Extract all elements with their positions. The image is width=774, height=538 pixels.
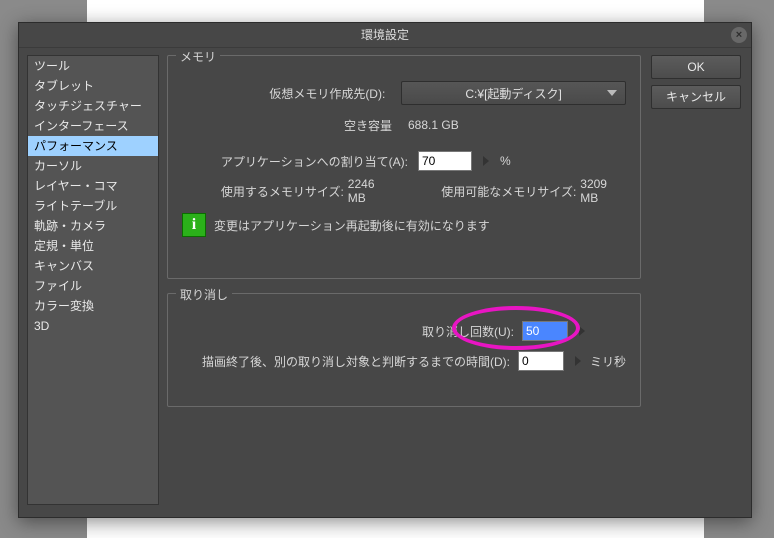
sidebar-item-1[interactable]: タブレット — [28, 76, 158, 96]
undo-count-input[interactable] — [522, 321, 568, 341]
close-button[interactable]: × — [731, 27, 747, 43]
ok-button[interactable]: OK — [651, 55, 741, 79]
sidebar-item-7[interactable]: ライトテーブル — [28, 196, 158, 216]
preferences-dialog: 環境設定 × ツールタブレットタッチジェスチャーインターフェースパフォーマンスカ… — [18, 22, 752, 518]
used-mem-label: 使用するメモリサイズ: — [182, 183, 344, 200]
free-space-label: 空き容量 — [182, 117, 392, 134]
sidebar-item-3[interactable]: インターフェース — [28, 116, 158, 136]
free-space-value: 688.1 GB — [408, 118, 459, 132]
alloc-label: アプリケーションへの割り当て(A): — [182, 153, 408, 170]
sidebar-item-2[interactable]: タッチジェスチャー — [28, 96, 158, 116]
vm-location-dropdown[interactable]: C:¥[起動ディスク] — [401, 81, 626, 105]
info-icon: i — [182, 213, 206, 237]
sidebar-item-4[interactable]: パフォーマンス — [28, 136, 158, 156]
sidebar-item-12[interactable]: カラー変換 — [28, 296, 158, 316]
sidebar-item-8[interactable]: 軌跡・カメラ — [28, 216, 158, 236]
restart-note: 変更はアプリケーション再起動後に有効になります — [214, 217, 490, 234]
sidebar-item-9[interactable]: 定規・単位 — [28, 236, 158, 256]
chevron-down-icon — [607, 90, 617, 96]
alloc-input[interactable] — [418, 151, 472, 171]
used-mem-value: 2246 MB — [348, 177, 394, 205]
spinner-icon[interactable] — [575, 356, 581, 366]
undo-group-title: 取り消し — [176, 286, 232, 303]
sidebar-item-5[interactable]: カーソル — [28, 156, 158, 176]
memory-group-title: メモリ — [176, 48, 220, 65]
sidebar-item-10[interactable]: キャンバス — [28, 256, 158, 276]
avail-mem-value: 3209 MB — [580, 177, 626, 205]
spinner-icon[interactable] — [483, 156, 489, 166]
undo-delay-label: 描画終了後、別の取り消し対象と判断するまでの時間(D): — [182, 353, 510, 370]
cancel-button[interactable]: キャンセル — [651, 85, 741, 109]
spinner-icon[interactable] — [579, 326, 585, 336]
vm-location-value: C:¥[起動ディスク] — [465, 85, 562, 102]
vm-label: 仮想メモリ作成先(D): — [182, 85, 385, 102]
titlebar: 環境設定 × — [19, 23, 751, 48]
undo-delay-unit: ミリ秒 — [590, 353, 626, 370]
sidebar-item-6[interactable]: レイヤー・コマ — [28, 176, 158, 196]
sidebar-item-11[interactable]: ファイル — [28, 276, 158, 296]
alloc-unit: % — [500, 154, 511, 168]
memory-group: メモリ 仮想メモリ作成先(D): C:¥[起動ディスク] 空き容量 688.1 … — [167, 55, 641, 279]
sidebar-item-13[interactable]: 3D — [28, 316, 158, 336]
undo-count-label: 取り消し回数(U): — [182, 323, 514, 340]
avail-mem-label: 使用可能なメモリサイズ: — [434, 183, 577, 200]
undo-group: 取り消し 取り消し回数(U): 描画終了後、別の取り消し対象と判断するまでの時間… — [167, 293, 641, 407]
category-sidebar: ツールタブレットタッチジェスチャーインターフェースパフォーマンスカーソルレイヤー… — [27, 55, 159, 505]
undo-delay-input[interactable] — [518, 351, 564, 371]
sidebar-item-0[interactable]: ツール — [28, 56, 158, 76]
dialog-title: 環境設定 — [361, 28, 409, 42]
